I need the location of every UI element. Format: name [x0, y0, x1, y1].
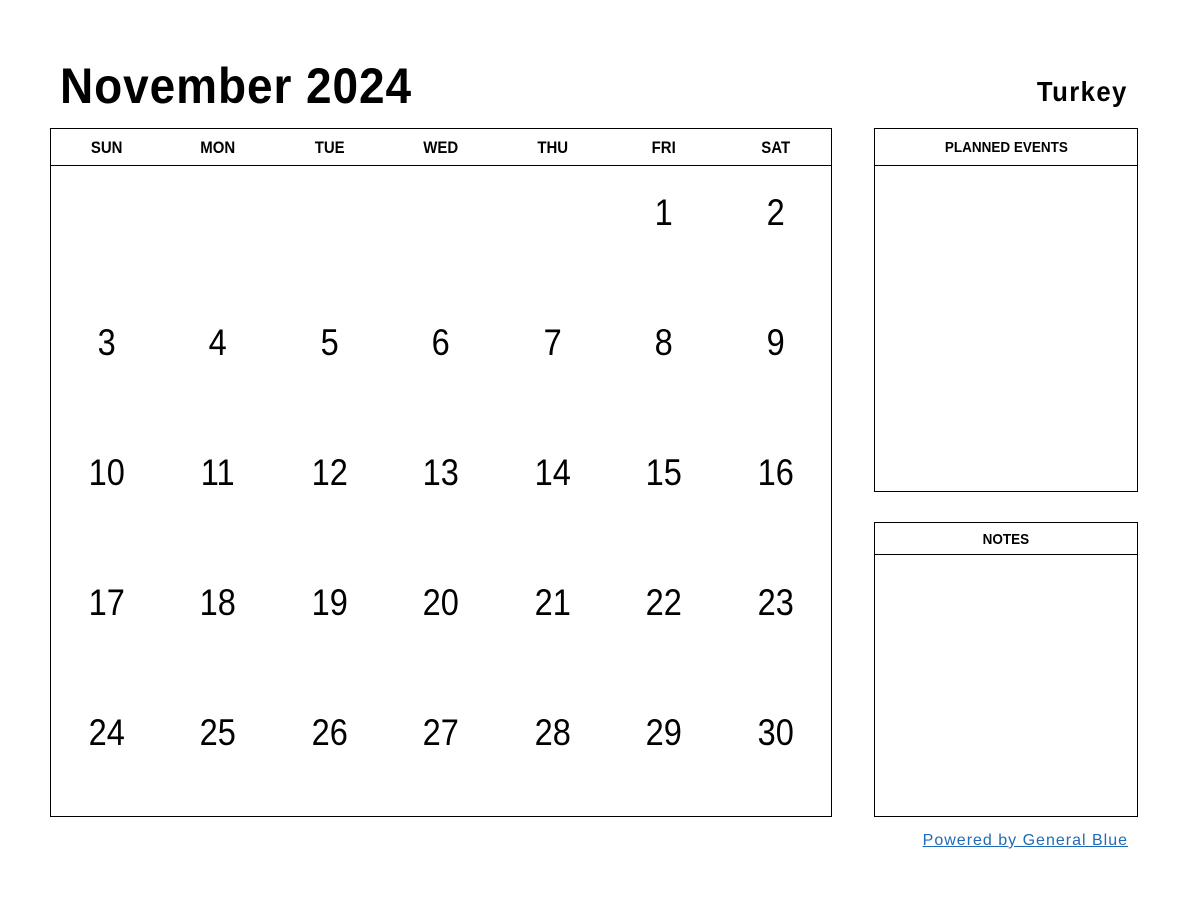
day-cell: 29: [645, 712, 682, 753]
weekday-label: FRI: [651, 138, 676, 157]
planned-events-label: PLANNED EVENTS: [944, 139, 1068, 156]
day-cell: 18: [200, 582, 237, 623]
day-cell: 8: [654, 322, 673, 363]
notes-panel: NOTES: [874, 522, 1138, 817]
day-cell: 19: [311, 582, 348, 623]
day-cell: 3: [97, 322, 116, 363]
day-cell: 20: [422, 582, 460, 623]
notes-title: NOTES: [875, 523, 1137, 555]
powered-by-link[interactable]: Powered by General Blue: [923, 832, 1128, 850]
weekday-label: THU: [537, 138, 568, 157]
day-cell: 1: [654, 192, 673, 233]
empty-day-cell: [58, 166, 156, 296]
day-cell: 10: [88, 452, 125, 493]
weekday-header: SUN MON TUE WED THU FRI SAT: [51, 129, 831, 166]
planned-events-title: PLANNED EVENTS: [875, 129, 1137, 166]
day-cell: 12: [311, 452, 348, 493]
weekday-label: SAT: [760, 138, 790, 157]
notes-label: NOTES: [982, 531, 1030, 548]
empty-day-cell: [169, 166, 267, 296]
calendar-body: 1 2 3 4 5 6 7 8 9 10 11 12 13 14 15 16 17 18 19 20 21 22 23 24 2…: [51, 166, 831, 816]
day-cell: 14: [534, 452, 571, 493]
day-cell: 11: [201, 452, 236, 493]
day-cell: 13: [422, 452, 460, 493]
day-cell: 5: [320, 322, 339, 363]
empty-day-cell: [281, 166, 379, 296]
empty-day-cell: [503, 166, 601, 296]
day-cell: 15: [645, 452, 682, 493]
country-label: Turkey: [1037, 76, 1128, 107]
day-cell: 24: [88, 712, 125, 753]
day-cell: 9: [766, 322, 785, 363]
day-cell: 17: [88, 582, 125, 623]
weekday-label: WED: [423, 138, 459, 157]
weekday-label: MON: [200, 138, 236, 157]
day-cell: 4: [209, 322, 228, 363]
day-cell: 30: [757, 712, 794, 753]
page-title: November 2024: [60, 58, 413, 114]
day-cell: 28: [534, 712, 571, 753]
day-cell: 7: [543, 322, 562, 363]
day-cell: 22: [645, 582, 682, 623]
day-cell: 27: [422, 712, 460, 753]
weekday-label: SUN: [90, 138, 123, 157]
planned-events-panel: PLANNED EVENTS: [874, 128, 1138, 492]
empty-day-cell: [392, 166, 490, 296]
day-cell: 6: [431, 322, 451, 363]
day-cell: 26: [311, 712, 348, 753]
calendar-grid: SUN MON TUE WED THU FRI SAT 1 2 3 4 5 6 7 8 9 10 11 12 13 1…: [50, 128, 832, 817]
day-cell: 21: [534, 582, 571, 623]
weekday-label: TUE: [314, 138, 345, 157]
day-cell: 2: [766, 192, 785, 233]
day-cell: 23: [757, 582, 794, 623]
day-cell: 16: [757, 452, 794, 493]
day-cell: 25: [200, 712, 237, 753]
